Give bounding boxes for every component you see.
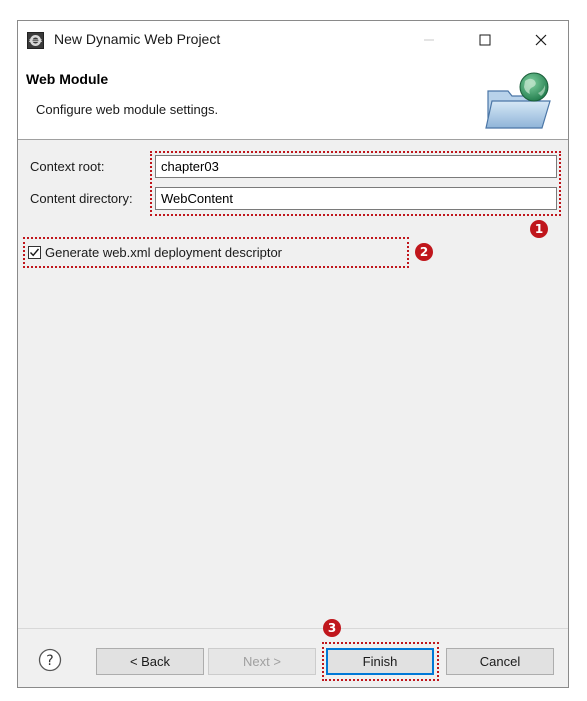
help-icon[interactable]: ? [38, 648, 62, 672]
context-root-label: Context root: [30, 159, 105, 174]
checkmark-icon [29, 248, 40, 256]
cancel-button[interactable]: Cancel [446, 648, 554, 675]
minimize-icon [424, 39, 434, 41]
close-icon [535, 34, 547, 46]
finish-button[interactable]: Finish [326, 648, 434, 675]
annotation-marker-2: 2 [415, 243, 433, 261]
generate-webxml-checkbox-row[interactable]: Generate web.xml deployment descriptor [28, 243, 282, 261]
back-button[interactable]: < Back [96, 648, 204, 675]
close-button[interactable] [518, 21, 564, 59]
page-title: Web Module [26, 71, 109, 87]
eclipse-icon [27, 32, 44, 49]
generate-webxml-label: Generate web.xml deployment descriptor [45, 244, 283, 260]
maximize-button[interactable] [462, 21, 508, 59]
button-bar-separator [18, 628, 568, 629]
dialog-window: New Dynamic Web Project Web Module Confi… [17, 20, 569, 688]
content-directory-input[interactable]: WebContent [155, 187, 557, 210]
window-title: New Dynamic Web Project [54, 31, 221, 47]
next-button[interactable]: Next > [208, 648, 316, 675]
wizard-header: Web Module Configure web module settings… [18, 59, 568, 140]
page-description: Configure web module settings. [36, 102, 219, 117]
maximize-icon [479, 34, 491, 46]
context-root-input[interactable]: chapter03 [155, 155, 557, 178]
content-directory-label: Content directory: [30, 191, 133, 206]
svg-text:?: ? [46, 653, 53, 669]
annotation-marker-1: 1 [530, 220, 548, 238]
folder-globe-icon [485, 72, 551, 129]
annotation-marker-3: 3 [323, 619, 341, 637]
title-bar: New Dynamic Web Project [18, 21, 568, 59]
minimize-button[interactable] [406, 21, 452, 59]
generate-webxml-checkbox[interactable] [28, 245, 41, 259]
